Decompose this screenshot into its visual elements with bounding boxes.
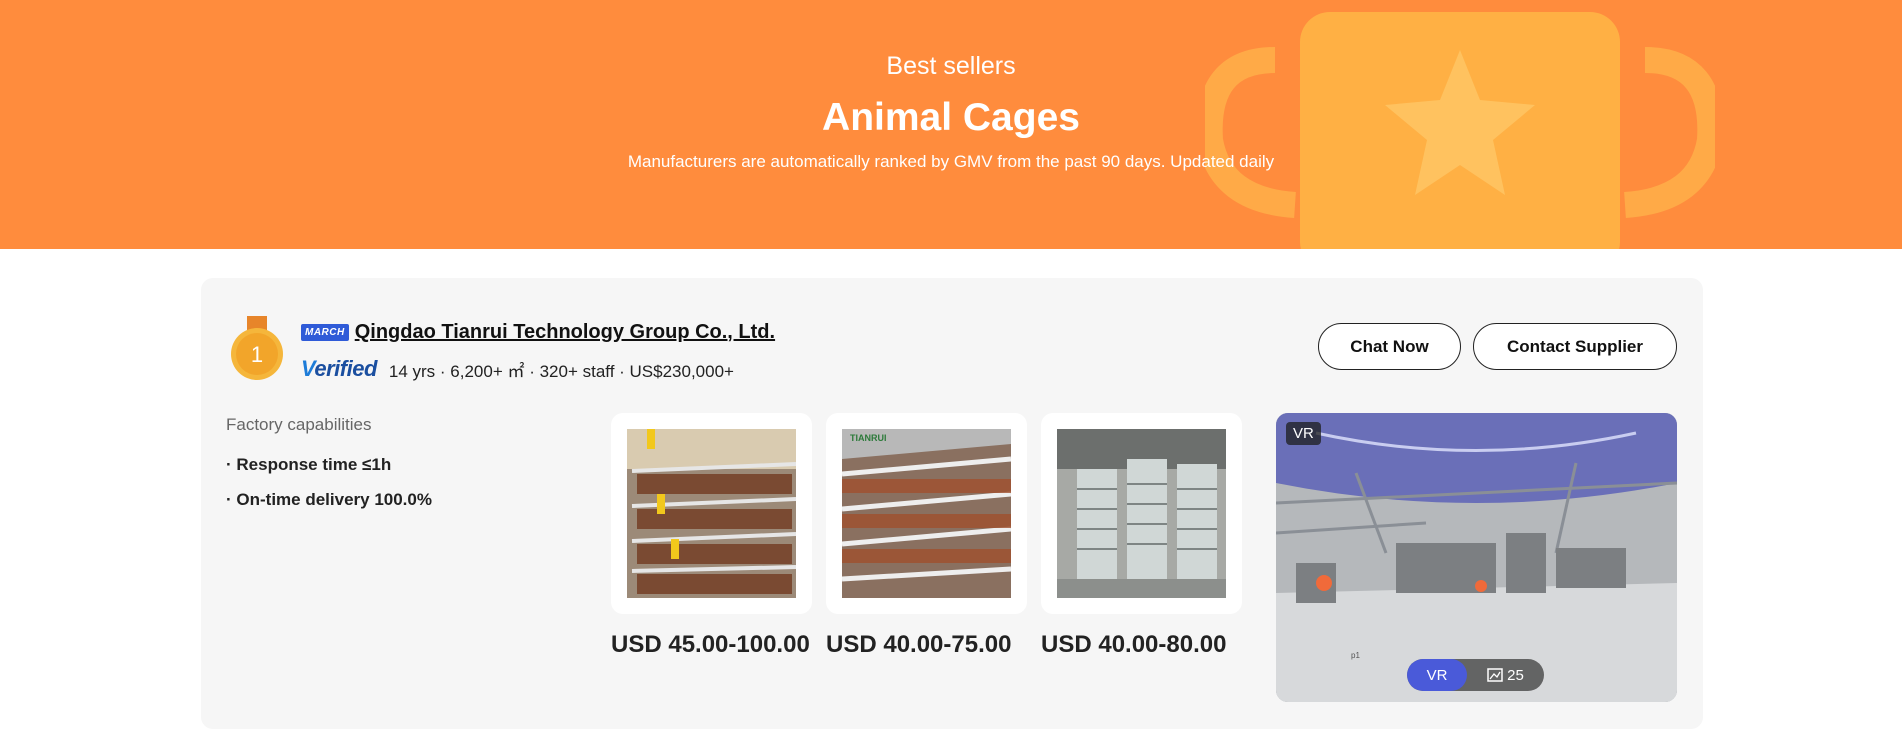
- banner-subtitle: Best sellers: [886, 52, 1016, 80]
- verified-badge[interactable]: Verified: [301, 356, 377, 382]
- verified-initial: V: [301, 356, 315, 381]
- product-price: USD 45.00-100.00: [611, 631, 810, 658]
- image-icon: [1487, 668, 1503, 682]
- product-price: USD 40.00-75.00: [826, 631, 1012, 658]
- vr-button[interactable]: VR: [1407, 659, 1467, 691]
- banner-title: Animal Cages: [822, 96, 1080, 139]
- vr-tag: VR: [1286, 422, 1321, 445]
- march-badge: MARCH: [301, 323, 349, 341]
- product-card[interactable]: USD 45.00-100.00: [611, 413, 812, 661]
- product-image[interactable]: [611, 413, 812, 614]
- best-sellers-banner: Best sellers Animal Cages Manufacturers …: [0, 0, 1902, 249]
- supplier-header: MARCH Qingdao Tianrui Technology Group C…: [301, 318, 775, 382]
- banner-description: Manufacturers are automatically ranked b…: [627, 152, 1275, 171]
- vr-media-switch[interactable]: VR 25: [1407, 659, 1544, 691]
- vr-factory-tour[interactable]: p1 VR VR 25: [1276, 413, 1677, 702]
- product-watermark: TIANRUI: [850, 433, 887, 443]
- product-image[interactable]: TIANRUI: [826, 413, 1027, 614]
- photo-count: 25: [1507, 666, 1524, 684]
- product-image[interactable]: [1041, 413, 1242, 614]
- photos-button[interactable]: 25: [1467, 667, 1544, 684]
- company-name-link[interactable]: Qingdao Tianrui Technology Group Co., Lt…: [355, 321, 775, 344]
- contact-supplier-button[interactable]: Contact Supplier: [1473, 323, 1677, 370]
- rank-number: 1: [251, 342, 263, 367]
- supplier-card: 1 MARCH Qingdao Tianrui Technology Group…: [201, 278, 1703, 729]
- verified-label: erified: [314, 356, 377, 381]
- product-card[interactable]: TIANRUI USD 40.00-75.00: [826, 413, 1027, 661]
- capabilities-title: Factory capabilities: [226, 415, 372, 434]
- chat-now-button[interactable]: Chat Now: [1318, 323, 1461, 370]
- supplier-meta: 14 yrs · 6,200+ ㎡ · 320+ staff · US$230,…: [388, 361, 734, 381]
- product-card[interactable]: USD 40.00-80.00: [1041, 413, 1242, 661]
- capability-response-time: · Response time ≤1h: [226, 455, 392, 474]
- capability-on-time-delivery: · On-time delivery 100.0%: [226, 490, 432, 509]
- medal-icon: 1: [231, 316, 283, 380]
- product-price: USD 40.00-80.00: [1041, 631, 1227, 658]
- floor-label: p1: [1351, 651, 1360, 660]
